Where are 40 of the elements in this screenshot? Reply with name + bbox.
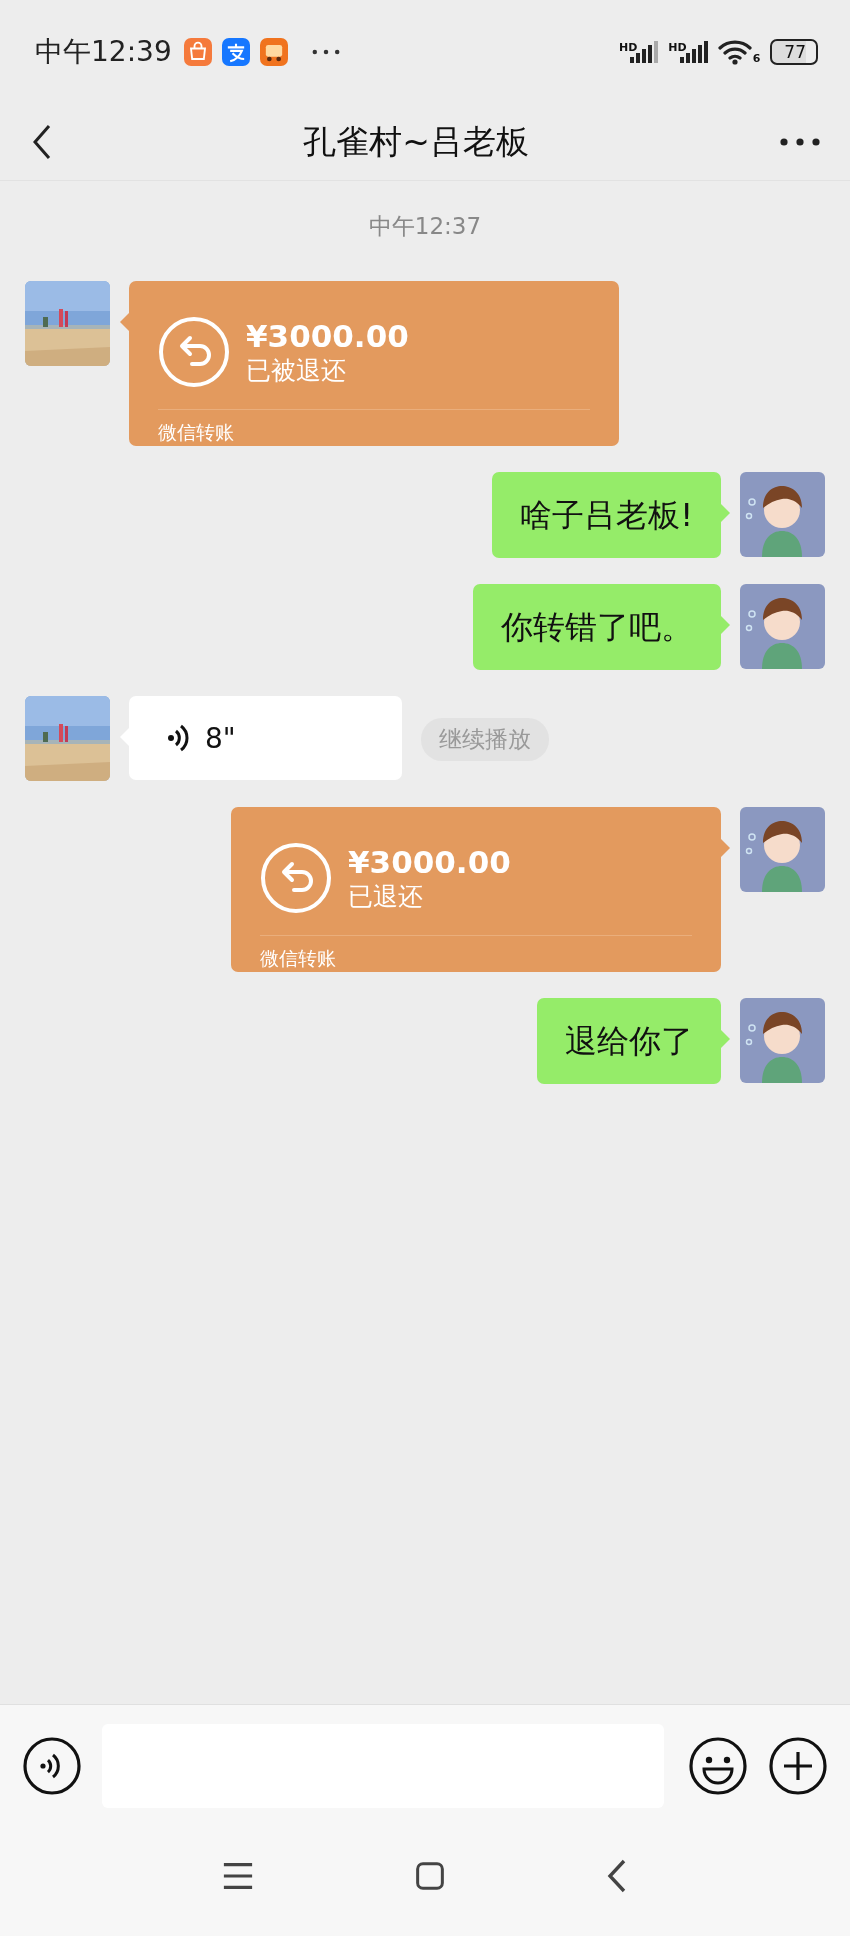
- transfer-card[interactable]: ¥3000.00 已被退还 微信转账: [129, 281, 619, 446]
- home-icon[interactable]: [414, 1861, 446, 1891]
- avatar-icon[interactable]: [740, 472, 825, 557]
- back-icon[interactable]: [606, 1859, 628, 1893]
- avatar-icon[interactable]: [740, 998, 825, 1083]
- voice-message[interactable]: 8": [129, 696, 402, 780]
- chat-title: 孔雀村~吕老板: [303, 120, 529, 163]
- transfer-label: 微信转账: [158, 421, 234, 443]
- bubble-tail: [721, 504, 730, 522]
- bag-icon: [183, 38, 212, 66]
- plus-icon[interactable]: [768, 1735, 828, 1796]
- message-bubble: 啥子吕老板!: [492, 472, 721, 558]
- more-icon: [311, 49, 340, 55]
- truck-icon: [259, 38, 288, 66]
- menu-icon[interactable]: [222, 1861, 254, 1891]
- avatar-icon[interactable]: [740, 807, 825, 892]
- bubble-tail: [721, 839, 730, 857]
- bubble-tail: [721, 1030, 730, 1048]
- avatar-icon[interactable]: [740, 584, 825, 669]
- more-icon[interactable]: [780, 138, 820, 146]
- transfer-amount: ¥3000.00: [348, 843, 511, 880]
- transfer-amount: ¥3000.00: [246, 317, 409, 354]
- transfer-status: 已被退还: [246, 354, 347, 387]
- return-icon: [158, 316, 230, 388]
- emoji-icon[interactable]: [688, 1735, 748, 1796]
- return-icon: [260, 842, 332, 914]
- message-time: 中午12:37: [368, 212, 482, 241]
- transfer-card[interactable]: ¥3000.00 已退还 微信转账: [231, 807, 721, 972]
- continue-play-button[interactable]: 继续播放: [421, 718, 549, 761]
- battery-icon: 77: [770, 39, 818, 65]
- status-time: 中午12:39: [35, 34, 172, 70]
- message-bubble: 退给你了: [537, 998, 721, 1084]
- transfer-status: 已退还: [348, 880, 424, 913]
- pay-app-icon: [221, 38, 250, 66]
- voice-icon: [167, 722, 189, 754]
- message-bubble: 你转错了吧。: [473, 584, 721, 670]
- bubble-tail: [721, 616, 730, 634]
- back-icon[interactable]: [32, 124, 52, 160]
- transfer-label: 微信转账: [260, 947, 336, 969]
- voice-input-icon[interactable]: [22, 1735, 82, 1796]
